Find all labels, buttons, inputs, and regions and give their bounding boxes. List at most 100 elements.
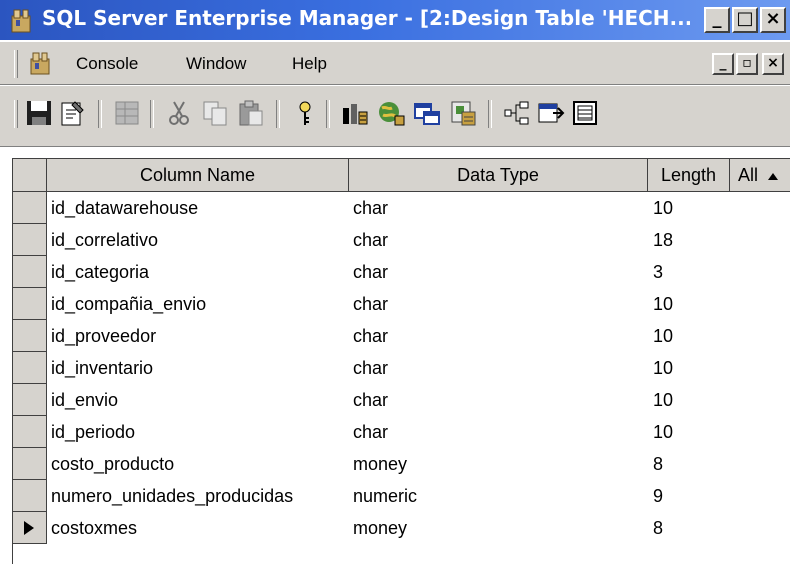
- column-name-cell[interactable]: costo_producto: [51, 448, 174, 480]
- length-cell[interactable]: 18: [653, 224, 673, 256]
- row-selector[interactable]: [13, 224, 47, 256]
- save-icon[interactable]: [24, 98, 54, 128]
- column-name-cell[interactable]: id_periodo: [51, 416, 135, 448]
- table-row[interactable]: id_inventario char 10: [13, 352, 790, 384]
- column-name-cell[interactable]: id_categoria: [51, 256, 149, 288]
- data-type-cell[interactable]: char: [353, 192, 388, 224]
- generate-script-icon[interactable]: [502, 98, 532, 128]
- row-selector[interactable]: [13, 416, 47, 448]
- column-name-cell[interactable]: costoxmes: [51, 512, 137, 544]
- menu-help[interactable]: Help: [292, 54, 327, 74]
- mdi-restore-button[interactable]: ▫: [736, 53, 758, 75]
- paste-icon[interactable]: [236, 98, 266, 128]
- window-title: SQL Server Enterprise Manager - [2:Desig…: [42, 6, 690, 30]
- copy-icon[interactable]: [200, 98, 230, 128]
- toolbar-separator: [150, 100, 154, 128]
- table-row[interactable]: costoxmes money 8: [13, 512, 790, 544]
- menu-bar: Console Window Help _ ▫ ×: [0, 42, 790, 85]
- toolbar-separator: [326, 100, 330, 128]
- header-allow-nulls[interactable]: All: [730, 159, 790, 191]
- primary-key-icon[interactable]: [290, 98, 320, 128]
- data-type-cell[interactable]: char: [353, 256, 388, 288]
- grid-icon[interactable]: [570, 98, 600, 128]
- toolbar-separator: [488, 100, 492, 128]
- mdi-close-button[interactable]: ×: [762, 53, 784, 75]
- length-cell[interactable]: 10: [653, 416, 673, 448]
- toolbar-separator: [98, 100, 102, 128]
- column-name-cell[interactable]: id_inventario: [51, 352, 153, 384]
- column-name-cell[interactable]: numero_unidades_producidas: [51, 480, 293, 512]
- manage-relationships-icon[interactable]: [376, 98, 406, 128]
- length-cell[interactable]: 8: [653, 512, 663, 544]
- table-row[interactable]: id_datawarehouse char 10: [13, 192, 790, 224]
- length-cell[interactable]: 10: [653, 320, 673, 352]
- table-row[interactable]: numero_unidades_producidas numeric 9: [13, 480, 790, 512]
- table-row[interactable]: id_envio char 10: [13, 384, 790, 416]
- data-type-cell[interactable]: char: [353, 224, 388, 256]
- data-type-cell[interactable]: char: [353, 416, 388, 448]
- data-type-cell[interactable]: numeric: [353, 480, 417, 512]
- length-cell[interactable]: 9: [653, 480, 663, 512]
- data-type-cell[interactable]: char: [353, 288, 388, 320]
- toolbar: [0, 86, 790, 147]
- close-button[interactable]: ×: [760, 7, 786, 33]
- data-type-cell[interactable]: char: [353, 384, 388, 416]
- data-type-cell[interactable]: char: [353, 352, 388, 384]
- table-row[interactable]: id_correlativo char 18: [13, 224, 790, 256]
- row-selector[interactable]: [13, 320, 47, 352]
- row-selector[interactable]: [13, 448, 47, 480]
- column-name-cell[interactable]: id_correlativo: [51, 224, 158, 256]
- manage-indexes-icon[interactable]: [340, 98, 370, 128]
- length-cell[interactable]: 10: [653, 288, 673, 320]
- mdi-minimize-button[interactable]: _: [712, 53, 734, 75]
- row-selector[interactable]: [13, 512, 47, 544]
- table-row[interactable]: id_categoria char 3: [13, 256, 790, 288]
- manage-constraints-icon[interactable]: [412, 98, 442, 128]
- sort-arrow-up-icon: [768, 173, 779, 180]
- data-type-cell[interactable]: char: [353, 320, 388, 352]
- length-cell[interactable]: 10: [653, 192, 673, 224]
- header-length[interactable]: Length: [648, 159, 730, 191]
- column-name-cell[interactable]: id_envio: [51, 384, 118, 416]
- toolbar-separator: [276, 100, 280, 128]
- row-selector[interactable]: [13, 384, 47, 416]
- data-type-cell[interactable]: money: [353, 448, 407, 480]
- column-grid: Column Name Data Type Length All id_data…: [12, 158, 790, 564]
- data-type-cell[interactable]: money: [353, 512, 407, 544]
- insert-column-icon[interactable]: [112, 98, 142, 128]
- console-doc-icon[interactable]: [28, 50, 56, 76]
- menu-window[interactable]: Window: [186, 54, 246, 74]
- menu-grip[interactable]: [14, 50, 18, 78]
- column-name-cell[interactable]: id_datawarehouse: [51, 192, 198, 224]
- row-selector[interactable]: [13, 256, 47, 288]
- header-allow-nulls-label: All: [738, 165, 759, 185]
- row-selector[interactable]: [13, 192, 47, 224]
- maximize-button[interactable]: □: [732, 7, 758, 33]
- header-corner: [13, 159, 47, 191]
- length-cell[interactable]: 8: [653, 448, 663, 480]
- column-name-cell[interactable]: id_compañia_envio: [51, 288, 206, 320]
- title-bar[interactable]: SQL Server Enterprise Manager - [2:Desig…: [0, 0, 790, 42]
- table-row[interactable]: id_periodo char 10: [13, 416, 790, 448]
- table-row[interactable]: costo_producto money 8: [13, 448, 790, 480]
- row-selector[interactable]: [13, 288, 47, 320]
- properties-icon[interactable]: [58, 98, 88, 128]
- menu-console[interactable]: Console: [76, 54, 138, 74]
- length-cell[interactable]: 3: [653, 256, 663, 288]
- table-row[interactable]: id_proveedor char 10: [13, 320, 790, 352]
- header-data-type[interactable]: Data Type: [349, 159, 648, 191]
- toolbar-grip[interactable]: [14, 100, 18, 128]
- length-cell[interactable]: 10: [653, 384, 673, 416]
- design-view-icon[interactable]: [536, 98, 566, 128]
- minimize-button[interactable]: _: [704, 7, 730, 33]
- header-column-name[interactable]: Column Name: [47, 159, 349, 191]
- column-name-cell[interactable]: id_proveedor: [51, 320, 156, 352]
- manage-triggers-icon[interactable]: [448, 98, 478, 128]
- table-row[interactable]: id_compañia_envio char 10: [13, 288, 790, 320]
- length-cell[interactable]: 10: [653, 352, 673, 384]
- row-selector[interactable]: [13, 352, 47, 384]
- current-row-pointer-icon: [24, 521, 34, 535]
- grid-header: Column Name Data Type Length All: [13, 158, 790, 192]
- row-selector[interactable]: [13, 480, 47, 512]
- cut-icon[interactable]: [164, 98, 194, 128]
